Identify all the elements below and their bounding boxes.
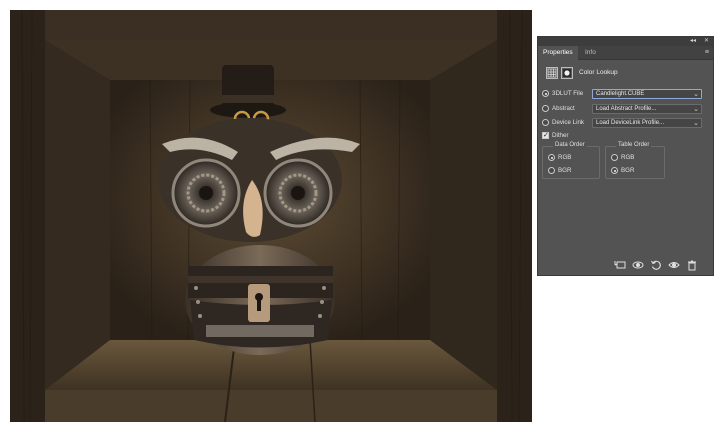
option-label: BGR — [621, 167, 635, 174]
dropdown-value: Load DeviceLink Profile... — [596, 120, 665, 126]
chevron-down-icon: ⌄ — [693, 106, 699, 113]
option-label: Device Link — [552, 119, 584, 126]
tab-properties[interactable]: Properties — [538, 46, 578, 60]
mask-icon[interactable] — [561, 67, 573, 79]
radio-abstract[interactable] — [542, 105, 549, 112]
radio-data-order-rgb[interactable] — [548, 154, 555, 161]
document-canvas[interactable] — [10, 10, 532, 422]
dither-checkbox[interactable] — [542, 131, 549, 140]
radio-table-order-bgr[interactable] — [611, 167, 618, 174]
properties-panel: ◂◂ ✕ Properties Info ≡ Color Lookup 3DLU… — [537, 36, 714, 276]
option-device-link[interactable]: Device Link Load DeviceLink Profile... ⌄ — [542, 118, 710, 128]
3dlut-file-dropdown[interactable]: Candlelight.CUBE ⌄ — [592, 89, 702, 99]
abstract-profile-dropdown[interactable]: Load Abstract Profile... ⌄ — [592, 104, 702, 114]
clip-to-layer-icon[interactable] — [614, 259, 626, 271]
radio-device-link[interactable] — [542, 119, 549, 126]
adjustment-layer-icon[interactable] — [546, 67, 558, 79]
collapse-panel-icon[interactable]: ◂◂ — [690, 38, 696, 45]
table-order-bgr[interactable]: BGR — [611, 166, 661, 176]
panel-bottom-toolbar — [538, 255, 713, 275]
radio-table-order-rgb[interactable] — [611, 154, 618, 161]
data-order-rgb[interactable]: RGB — [548, 153, 598, 163]
devicelink-profile-dropdown[interactable]: Load DeviceLink Profile... ⌄ — [592, 118, 702, 128]
radio-3dlut-file[interactable] — [542, 90, 549, 97]
dither-label: Dither — [552, 132, 569, 139]
option-label: 3DLUT File — [552, 90, 584, 97]
data-order-title: Data Order — [553, 142, 587, 148]
panel-menu-icon[interactable]: ≡ — [705, 49, 709, 57]
option-3dlut-file[interactable]: 3DLUT File Candlelight.CUBE ⌄ — [542, 89, 710, 99]
table-order-rgb[interactable]: RGB — [611, 153, 661, 163]
tab-info[interactable]: Info — [580, 46, 601, 60]
adjustment-title: Color Lookup — [579, 69, 618, 76]
close-panel-icon[interactable]: ✕ — [704, 38, 709, 45]
delete-icon[interactable] — [686, 259, 698, 271]
dropdown-value: Load Abstract Profile... — [596, 106, 657, 112]
view-previous-state-icon[interactable] — [632, 259, 644, 271]
option-label: Abstract — [552, 105, 575, 112]
option-label: RGB — [558, 154, 572, 161]
option-label: RGB — [621, 154, 635, 161]
table-order-title: Table Order — [616, 142, 652, 148]
data-order-bgr[interactable]: BGR — [548, 166, 598, 176]
panel-tab-bar: Properties Info ≡ — [538, 46, 713, 60]
dither-row[interactable]: Dither — [542, 131, 710, 141]
adjustment-header: Color Lookup — [544, 67, 709, 81]
dropdown-value: Candlelight.CUBE — [596, 91, 645, 97]
chevron-down-icon: ⌄ — [693, 120, 699, 127]
owl-in-wooden-box-image — [10, 10, 532, 422]
panel-title-bar: ◂◂ ✕ — [538, 37, 713, 46]
visibility-icon[interactable] — [668, 259, 680, 271]
chevron-down-icon: ⌄ — [693, 91, 699, 98]
option-label: BGR — [558, 167, 572, 174]
option-abstract[interactable]: Abstract Load Abstract Profile... ⌄ — [542, 104, 710, 114]
reset-icon[interactable] — [650, 259, 662, 271]
radio-data-order-bgr[interactable] — [548, 167, 555, 174]
